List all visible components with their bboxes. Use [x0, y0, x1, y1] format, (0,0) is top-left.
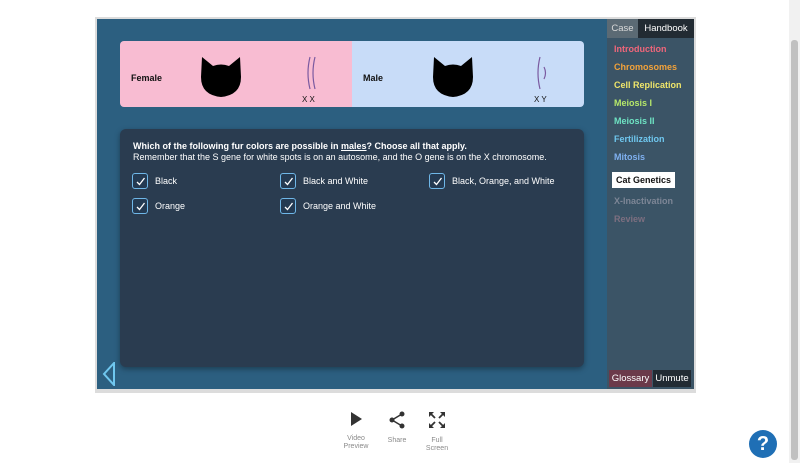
option-label: Black and White [303, 176, 369, 186]
nav-introduction[interactable]: Introduction [614, 44, 667, 54]
question-hint: Remember that the S gene for white spots… [133, 152, 547, 162]
female-label: Female [131, 73, 163, 83]
female-chromosome-label: X X [302, 95, 315, 104]
full-screen-button[interactable]: Full Screen [417, 411, 457, 453]
male-chromosome-label: X Y [534, 95, 547, 104]
video-label: Video [347, 435, 365, 442]
checkbox[interactable] [132, 173, 148, 189]
fullscreen-icon [429, 412, 445, 428]
male-label: Male [363, 73, 384, 83]
nav-chromosomes[interactable]: Chromosomes [614, 62, 677, 72]
preview-label: Preview [343, 443, 369, 450]
chromosome-panel: Female X X Male X Y [120, 41, 584, 107]
nav-cell-replication[interactable]: Cell Replication [614, 80, 682, 90]
tab-case[interactable]: Case [607, 19, 638, 38]
tab-handbook[interactable]: Handbook [638, 19, 694, 38]
glossary-button[interactable]: Glossary [609, 370, 652, 387]
nav-x-inactivation[interactable]: X-Inactivation [614, 196, 673, 206]
male-cat-icon [433, 57, 473, 97]
checkmark-icon [433, 177, 443, 186]
question-suffix: ? Choose all that apply. [366, 141, 467, 151]
activity-stage: Female X X Male X Y Which of the followi… [97, 19, 607, 389]
share-icon [389, 411, 405, 429]
question-card: Which of the following fur colors are po… [120, 129, 584, 367]
nav-mitosis[interactable]: Mitosis [614, 152, 645, 162]
scrollbar-thumb[interactable] [791, 40, 798, 460]
checkmark-icon [284, 177, 294, 186]
back-arrow-icon[interactable] [102, 362, 116, 386]
male-xy-chromosomes-icon [537, 56, 547, 90]
option-label: Black, Orange, and White [452, 176, 555, 186]
nav-meiosis-ii[interactable]: Meiosis II [614, 116, 655, 126]
checkbox[interactable] [429, 173, 445, 189]
share-button[interactable]: Share [377, 411, 417, 445]
play-icon [351, 412, 362, 426]
nav-review[interactable]: Review [614, 214, 645, 224]
female-x-chromosomes-icon [307, 56, 316, 90]
handbook-sidebar: Case Handbook Introduction Chromosomes C… [607, 19, 694, 389]
checkbox[interactable] [280, 198, 296, 214]
activity-frame: Female X X Male X Y Which of the followi… [95, 17, 696, 393]
checkmark-icon [136, 202, 146, 211]
checkmark-icon [284, 202, 294, 211]
unmute-button[interactable]: Unmute [653, 370, 691, 387]
checkmark-icon [136, 177, 146, 186]
question-emphasis: males [341, 141, 367, 151]
question-prefix: Which of the following fur colors are po… [133, 141, 342, 151]
nav-fertilization[interactable]: Fertilization [614, 134, 665, 144]
option-label: Orange [155, 201, 186, 211]
option-label: Orange and White [303, 201, 377, 211]
page-scrollbar[interactable] [789, 0, 800, 463]
full-screen-label: Full Screen [417, 437, 457, 453]
nav-cat-genetics[interactable]: Cat Genetics [612, 172, 676, 188]
checkbox[interactable] [132, 198, 148, 214]
help-button[interactable]: ? [749, 430, 777, 458]
option-label: Black [155, 176, 178, 186]
female-cat-icon [201, 57, 241, 97]
full-label: Full [431, 437, 443, 444]
share-label: Share [387, 437, 407, 444]
video-preview-button[interactable]: Video Preview [336, 411, 376, 451]
question-prompt: Which of the following fur colors are po… [133, 141, 467, 151]
checkbox[interactable] [280, 173, 296, 189]
screen-label: Screen [425, 445, 449, 452]
video-preview-label: Video Preview [336, 435, 376, 451]
female-panel: Female X X [120, 41, 352, 107]
male-panel: Male X Y [352, 41, 584, 107]
nav-meiosis-i[interactable]: Meiosis I [614, 98, 652, 108]
